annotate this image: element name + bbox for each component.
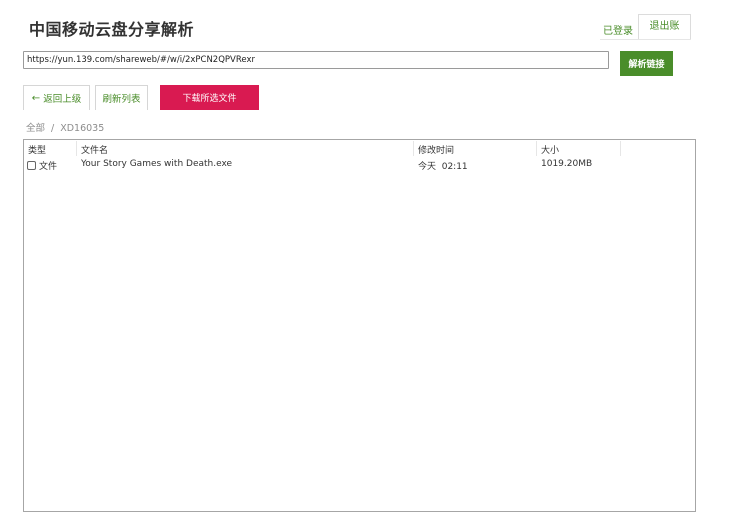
file-name-cell[interactable]: Your Story Games with Death.exe xyxy=(81,159,232,169)
share-url-input[interactable] xyxy=(23,51,609,69)
logout-button[interactable]: 退出账 xyxy=(638,14,691,40)
back-button[interactable]: ← 返回上级 xyxy=(23,85,90,110)
column-header-type[interactable]: 类型 xyxy=(28,143,46,156)
file-modified-cell: 今天 02:11 xyxy=(418,162,468,172)
breadcrumb-separator: / xyxy=(51,123,55,134)
parse-link-button[interactable]: 解析链接 xyxy=(620,51,673,76)
page-title: 中国移动云盘分享解析 xyxy=(29,20,195,39)
column-divider xyxy=(620,141,621,156)
header-divider xyxy=(600,39,691,40)
column-header-size[interactable]: 大小 xyxy=(541,143,559,156)
refresh-button[interactable]: 刷新列表 xyxy=(95,85,148,110)
file-type-cell: 文件 xyxy=(27,159,57,172)
column-header-name[interactable]: 文件名 xyxy=(81,143,108,156)
column-divider xyxy=(76,141,77,156)
breadcrumb: 全部 / XD16035 xyxy=(26,120,104,134)
column-divider xyxy=(536,141,537,156)
arrow-left-icon: ← xyxy=(31,92,41,104)
column-divider xyxy=(413,141,414,156)
file-list-panel: 类型 文件名 修改时间 大小 文件 Your Story Games with … xyxy=(23,139,696,512)
file-type-label: 文件 xyxy=(39,162,58,172)
file-size-cell: 1019.20MB xyxy=(541,159,593,169)
breadcrumb-root[interactable]: 全部 xyxy=(26,123,45,134)
download-selected-button[interactable]: 下载所选文件 xyxy=(160,85,259,110)
login-status: 已登录 xyxy=(603,26,633,37)
breadcrumb-current: XD16035 xyxy=(60,123,105,134)
checkbox-icon[interactable] xyxy=(27,161,36,170)
back-button-label: 返回上级 xyxy=(43,94,82,105)
column-header-modified[interactable]: 修改时间 xyxy=(418,143,454,156)
